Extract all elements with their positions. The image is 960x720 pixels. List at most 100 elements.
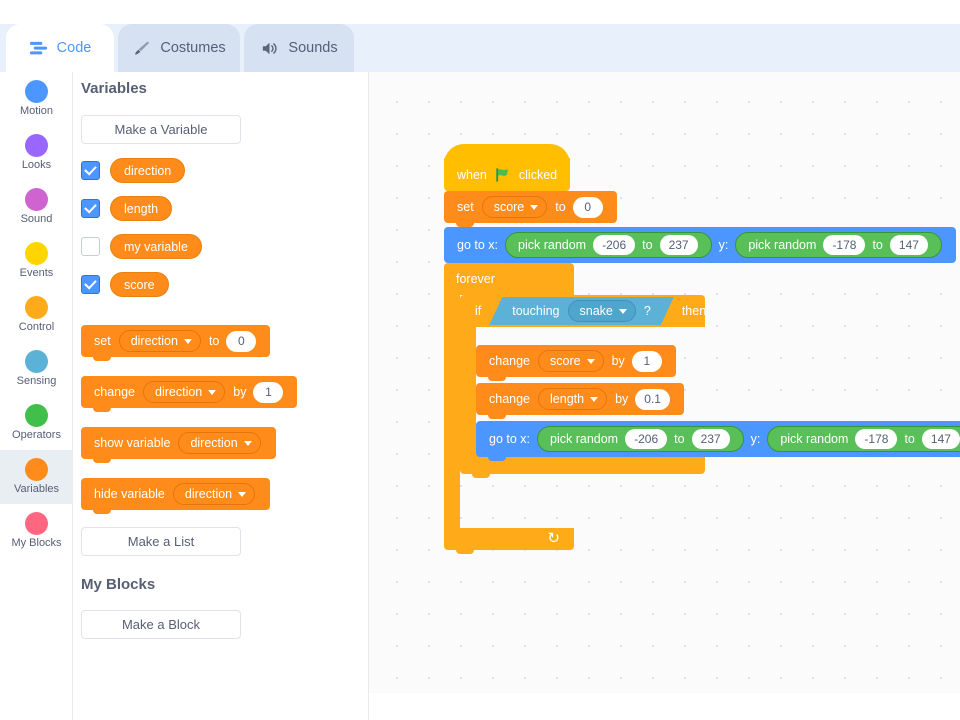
chevron-down-icon <box>619 309 627 314</box>
clicked-label: clicked <box>518 167 558 182</box>
category-sensing[interactable]: Sensing <box>0 342 73 396</box>
reporter-pick-random-y-inner[interactable]: pick random -178 to 147 <box>767 426 960 452</box>
variable-checkbox-length[interactable] <box>81 199 100 218</box>
motion-color-dot <box>25 80 48 103</box>
set-value-input[interactable]: 0 <box>226 330 257 352</box>
show-variable-dropdown[interactable]: direction <box>178 432 261 454</box>
block-go-to-xy-inner[interactable]: go to x: pick random -206 to 237 y: pick… <box>476 421 960 461</box>
chevron-down-icon <box>243 440 252 446</box>
brush-icon <box>135 40 150 55</box>
variable-checkbox-direction[interactable] <box>81 161 100 180</box>
tab-costumes-label: Costumes <box>160 40 226 56</box>
category-variables[interactable]: Variables <box>0 450 73 504</box>
set-label: set <box>457 200 474 214</box>
change-score-variable-value: score <box>550 354 581 368</box>
variable-pill-length[interactable]: length <box>110 196 173 221</box>
change-length-value-input[interactable]: 0.1 <box>635 388 670 410</box>
reporter-pick-random-x-inner[interactable]: pick random -206 to 237 <box>537 426 744 452</box>
pick-random-y-from-input[interactable]: -178 <box>855 429 898 449</box>
variable-checkbox-my-variable[interactable] <box>81 237 100 256</box>
tab-code[interactable]: Code <box>6 24 114 72</box>
change-score-value-input[interactable]: 1 <box>631 350 662 372</box>
forever-label: forever <box>456 272 495 286</box>
make-a-list-button[interactable]: Make a List <box>81 527 241 556</box>
change-variable-dropdown[interactable]: direction <box>143 381 226 403</box>
forever-header[interactable]: forever <box>444 263 574 295</box>
loop-arrow-icon: ↻ <box>547 530 560 547</box>
change-length-variable-dropdown[interactable]: length <box>538 388 608 410</box>
category-looks[interactable]: Looks <box>0 126 73 180</box>
tab-sounds[interactable]: Sounds <box>244 24 354 72</box>
palette-block-show-variable[interactable]: show variable direction <box>81 427 276 463</box>
block-change-length[interactable]: change length by 0.1 <box>476 383 684 419</box>
hat-dome <box>444 144 571 164</box>
pick-random-y-to-input[interactable]: 147 <box>889 235 928 255</box>
category-control-label: Control <box>18 321 55 333</box>
pick-random-label: pick random <box>780 432 849 446</box>
variable-row-direction[interactable]: direction <box>81 158 186 183</box>
pick-random-x-from-input[interactable]: -206 <box>593 235 636 255</box>
category-my-blocks[interactable]: My Blocks <box>0 504 73 558</box>
when-label: when <box>457 167 487 182</box>
change-value-input[interactable]: 1 <box>253 381 284 403</box>
variable-row-score[interactable]: score <box>81 272 169 297</box>
category-sound-label: Sound <box>20 213 53 225</box>
category-sound[interactable]: Sound <box>0 180 73 234</box>
palette-block-set-variable[interactable]: set direction to 0 <box>81 325 271 361</box>
set-score-to-label: to <box>555 200 566 214</box>
set-variable-dropdown[interactable]: direction <box>118 330 201 352</box>
pick-random-x-to-input[interactable]: 237 <box>691 429 730 449</box>
pick-random-y-from-input[interactable]: -178 <box>823 235 866 255</box>
boolean-touching[interactable]: touching snake ? <box>489 297 674 325</box>
pick-random-x-to-input[interactable]: 237 <box>659 235 698 255</box>
if-label: if <box>475 304 482 318</box>
palette-block-change-variable[interactable]: change direction by 1 <box>81 376 298 412</box>
control-color-dot <box>25 296 48 319</box>
block-when-flag-clicked[interactable]: when clicked <box>444 144 571 195</box>
make-a-block-button[interactable]: Make a Block <box>81 610 241 639</box>
category-events[interactable]: Events <box>0 234 73 288</box>
chevron-down-icon <box>590 396 599 402</box>
block-go-to-xy-top[interactable]: go to x: pick random -206 to 237 y: pick… <box>444 227 956 267</box>
category-control[interactable]: Control <box>0 288 73 342</box>
palette-heading-variables: Variables <box>81 80 147 97</box>
pick-random-y-to-input[interactable]: 147 <box>921 429 960 449</box>
set-variable-value: direction <box>130 334 178 348</box>
category-looks-label: Looks <box>21 159 52 171</box>
variable-pill-direction[interactable]: direction <box>110 158 186 183</box>
change-label: change <box>489 392 531 406</box>
pick-random-x-to-label: to <box>642 238 653 252</box>
make-a-variable-button[interactable]: Make a Variable <box>81 115 241 144</box>
block-set-score[interactable]: set score to 0 <box>444 191 617 227</box>
pick-random-x-from-input[interactable]: -206 <box>625 429 668 449</box>
block-change-score[interactable]: change score by 1 <box>476 345 676 381</box>
category-operators[interactable]: Operators <box>0 396 73 450</box>
sensing-color-dot <box>25 350 48 373</box>
hide-variable-dropdown[interactable]: direction <box>172 483 256 505</box>
change-score-by-label: by <box>611 354 625 368</box>
reporter-pick-random-y-top[interactable]: pick random -178 to 147 <box>735 232 942 258</box>
variable-checkbox-score[interactable] <box>81 275 100 294</box>
variable-row-length[interactable]: length <box>81 196 173 221</box>
pick-random-label: pick random <box>550 432 619 446</box>
palette-block-hide-variable[interactable]: hide variable direction <box>81 478 271 514</box>
touching-target-dropdown[interactable]: snake <box>568 300 636 322</box>
set-score-value-input[interactable]: 0 <box>572 196 603 218</box>
variable-pill-my-variable[interactable]: my variable <box>110 234 202 259</box>
tab-costumes[interactable]: Costumes <box>118 24 240 72</box>
variable-pill-score[interactable]: score <box>110 272 169 297</box>
change-score-variable-dropdown[interactable]: score <box>538 350 604 372</box>
set-score-variable-value: score <box>493 200 525 214</box>
reporter-pick-random-x-top[interactable]: pick random -206 to 237 <box>505 232 712 258</box>
chevron-down-icon <box>586 358 595 364</box>
canvas-bottom-strip <box>369 693 960 720</box>
if-header[interactable]: if touching snake ? then <box>460 295 706 327</box>
set-score-variable-dropdown[interactable]: score <box>481 196 548 218</box>
script-canvas[interactable]: when clicked set score to 0 go to x: pic… <box>369 72 960 693</box>
category-motion[interactable]: Motion <box>0 72 73 126</box>
variable-row-my-variable[interactable]: my variable <box>81 234 202 259</box>
touching-question-mark: ? <box>643 304 651 318</box>
if-arm <box>460 327 476 452</box>
change-length-by-label: by <box>615 392 629 406</box>
block-palette[interactable]: Variables Make a Variable direction leng… <box>73 72 369 720</box>
